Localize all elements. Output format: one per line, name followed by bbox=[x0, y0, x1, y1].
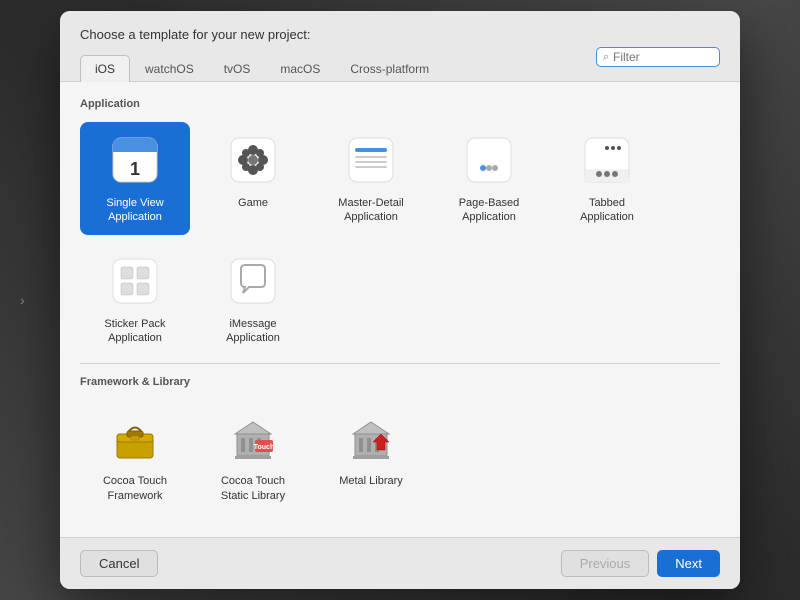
cocoa-touch-static-label: Cocoa TouchStatic Library bbox=[221, 474, 285, 503]
master-detail-icon bbox=[343, 132, 399, 188]
template-game[interactable]: Game bbox=[198, 122, 308, 235]
framework-grid: Cocoa TouchFramework bbox=[80, 400, 720, 513]
filter-input-wrap: ⌕ bbox=[596, 47, 720, 67]
filter-area: ⌕ bbox=[596, 47, 720, 67]
filter-input[interactable] bbox=[613, 50, 713, 64]
game-label: Game bbox=[238, 196, 268, 210]
dialog-body: Application 1 Single ViewApplication bbox=[60, 82, 740, 537]
master-detail-label: Master-DetailApplication bbox=[338, 196, 403, 225]
tabbed-icon bbox=[579, 132, 635, 188]
template-single-view[interactable]: 1 Single ViewApplication bbox=[80, 122, 190, 235]
single-view-icon: 1 bbox=[107, 132, 163, 188]
cancel-button[interactable]: Cancel bbox=[80, 550, 158, 577]
page-based-label: Page-BasedApplication bbox=[459, 196, 520, 225]
game-icon bbox=[225, 132, 281, 188]
cocoa-touch-framework-label: Cocoa TouchFramework bbox=[103, 474, 167, 503]
footer-right: Previous Next bbox=[561, 550, 720, 577]
sidebar-chevron-icon: › bbox=[20, 292, 25, 308]
imessage-icon bbox=[225, 253, 281, 309]
svg-text:Touch: Touch bbox=[254, 444, 274, 451]
previous-button[interactable]: Previous bbox=[561, 550, 650, 577]
tabbed-label: TabbedApplication bbox=[580, 196, 634, 225]
page-based-icon bbox=[461, 132, 517, 188]
metal-library-label: Metal Library bbox=[339, 474, 403, 488]
imessage-label: iMessageApplication bbox=[226, 317, 280, 346]
application-grid: 1 Single ViewApplication bbox=[80, 122, 720, 355]
template-master-detail[interactable]: Master-DetailApplication bbox=[316, 122, 426, 235]
template-cocoa-touch-static[interactable]: Touch Cocoa TouchStatic Library bbox=[198, 400, 308, 513]
tab-watchos[interactable]: watchOS bbox=[130, 55, 209, 82]
dialog-header: Choose a template for your new project: … bbox=[60, 11, 740, 82]
template-metal-library[interactable]: Metal Library bbox=[316, 400, 426, 513]
tab-tvos[interactable]: tvOS bbox=[209, 55, 266, 82]
cocoa-touch-framework-icon bbox=[107, 410, 163, 466]
template-cocoa-touch-framework[interactable]: Cocoa TouchFramework bbox=[80, 400, 190, 513]
sticker-pack-label: Sticker PackApplication bbox=[104, 317, 165, 346]
template-page-based[interactable]: Page-BasedApplication bbox=[434, 122, 544, 235]
tab-crossplatform[interactable]: Cross-platform bbox=[335, 55, 444, 82]
cocoa-touch-static-icon: Touch bbox=[225, 410, 281, 466]
template-imessage[interactable]: iMessageApplication bbox=[198, 243, 308, 356]
section-application-title: Application bbox=[80, 98, 720, 110]
section-framework-title: Framework & Library bbox=[80, 376, 720, 388]
template-tabbed[interactable]: TabbedApplication bbox=[552, 122, 662, 235]
svg-text:1: 1 bbox=[130, 159, 140, 179]
dialog-footer: Cancel Previous Next bbox=[60, 537, 740, 589]
search-icon: ⌕ bbox=[603, 51, 609, 64]
tab-ios[interactable]: iOS bbox=[80, 55, 130, 82]
template-sticker-pack[interactable]: Sticker PackApplication bbox=[80, 243, 190, 356]
metal-library-icon bbox=[343, 410, 399, 466]
template-dialog: Choose a template for your new project: … bbox=[60, 11, 740, 589]
section-divider bbox=[80, 363, 720, 364]
dialog-title: Choose a template for your new project: bbox=[80, 27, 720, 42]
next-button[interactable]: Next bbox=[657, 550, 720, 577]
single-view-label: Single ViewApplication bbox=[106, 196, 163, 225]
tab-macos[interactable]: macOS bbox=[265, 55, 335, 82]
sticker-pack-icon bbox=[107, 253, 163, 309]
